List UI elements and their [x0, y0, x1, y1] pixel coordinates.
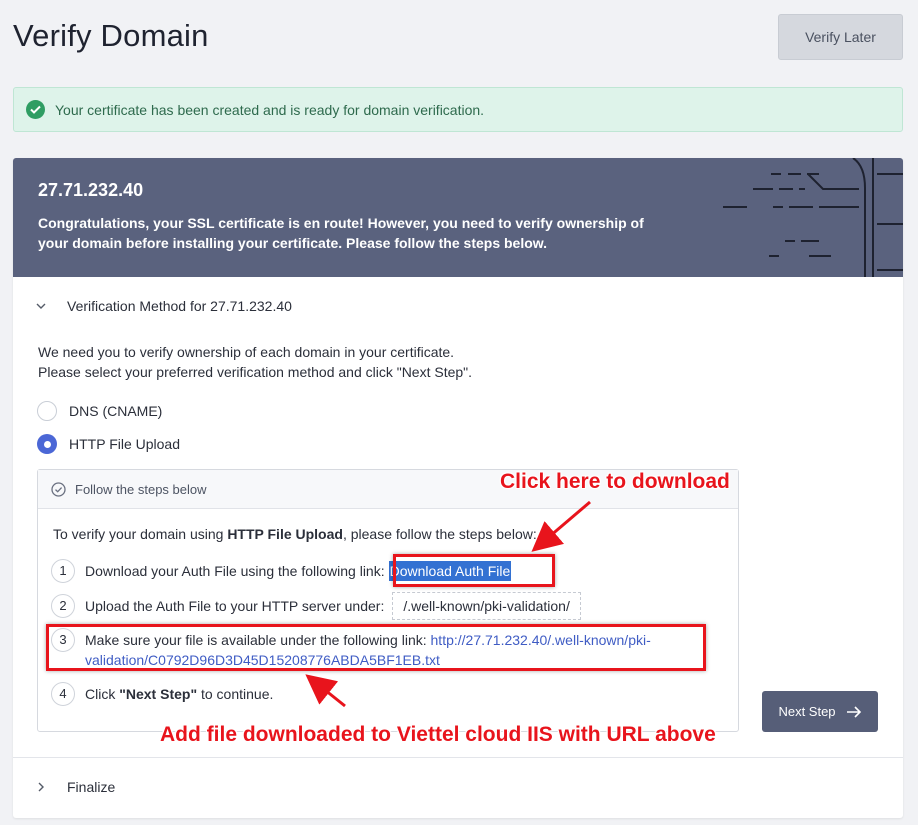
upload-path: /.well-known/pki-validation/ [392, 592, 581, 620]
radio-label-dns: DNS (CNAME) [69, 403, 163, 419]
check-circle-icon [26, 100, 45, 119]
chevron-right-icon [38, 782, 44, 792]
check-circle-outline-icon [51, 481, 66, 497]
banner-message: Congratulations, your SSL certificate is… [38, 215, 644, 251]
step-4-prefix: Click [85, 686, 120, 702]
radio-label-http: HTTP File Upload [69, 436, 181, 452]
step-2-text: Upload the Auth File to your HTTP server… [85, 598, 385, 614]
annotation-click-here: Click here to download [500, 470, 730, 493]
steps-panel: Follow the steps below To verify your do… [37, 469, 739, 732]
intro-line-1: We need you to verify ownership of each … [38, 344, 455, 360]
radio-button[interactable] [37, 401, 57, 421]
intro-line-2: Please select your preferred verificatio… [38, 364, 473, 380]
banner-domain: 27.71.232.40 [38, 180, 144, 200]
radio-dns-cname[interactable]: DNS (CNAME) [37, 401, 162, 421]
steps-intro-suffix: , please follow the steps below: [342, 526, 537, 542]
verification-method-title: Verification Method for 27.71.232.40 [67, 297, 292, 314]
verification-card: 27.71.232.40 Congratulations, your SSL c… [13, 158, 903, 818]
next-step-button[interactable]: Next Step [762, 691, 878, 732]
annotation-highlight-download [393, 554, 555, 587]
step-number: 2 [51, 594, 75, 618]
verification-intro: We need you to verify ownership of each … [38, 342, 472, 382]
step-number: 1 [51, 559, 75, 583]
chevron-down-icon [36, 303, 46, 309]
steps-intro: To verify your domain using HTTP File Up… [53, 526, 537, 542]
step-4-bold: "Next Step" [119, 686, 198, 702]
success-alert: Your certificate has been created and is… [13, 87, 903, 132]
steps-intro-method: HTTP File Upload [227, 526, 343, 542]
alert-message: Your certificate has been created and is… [55, 101, 485, 118]
finalize-section-header[interactable]: Finalize [13, 758, 903, 816]
steps-intro-prefix: To verify your domain using [53, 526, 228, 542]
step-number: 4 [51, 682, 75, 706]
step-2: 2 Upload the Auth File to your HTTP serv… [51, 592, 581, 620]
circuit-decoration-icon [723, 158, 903, 277]
step-4-suffix: to continue. [197, 686, 274, 702]
verify-later-button[interactable]: Verify Later [778, 14, 903, 60]
annotation-add-file: Add file downloaded to Viettel cloud IIS… [160, 723, 716, 746]
next-step-label: Next Step [778, 704, 836, 719]
domain-banner: 27.71.232.40 Congratulations, your SSL c… [13, 158, 903, 277]
page-title: Verify Domain [13, 18, 209, 53]
radio-button-selected[interactable] [37, 434, 57, 454]
radio-http-file-upload[interactable]: HTTP File Upload [37, 434, 180, 454]
annotation-highlight-url [46, 624, 706, 671]
steps-header-label: Follow the steps below [75, 481, 207, 497]
step-4: 4 Click "Next Step" to continue. [51, 682, 273, 706]
verification-method-header[interactable]: Verification Method for 27.71.232.40 [13, 277, 903, 334]
step-1-text: Download your Auth File using the follow… [85, 563, 385, 579]
step-4-text: Click "Next Step" to continue. [85, 684, 273, 704]
finalize-label: Finalize [67, 779, 116, 795]
arrow-right-icon [846, 705, 861, 718]
